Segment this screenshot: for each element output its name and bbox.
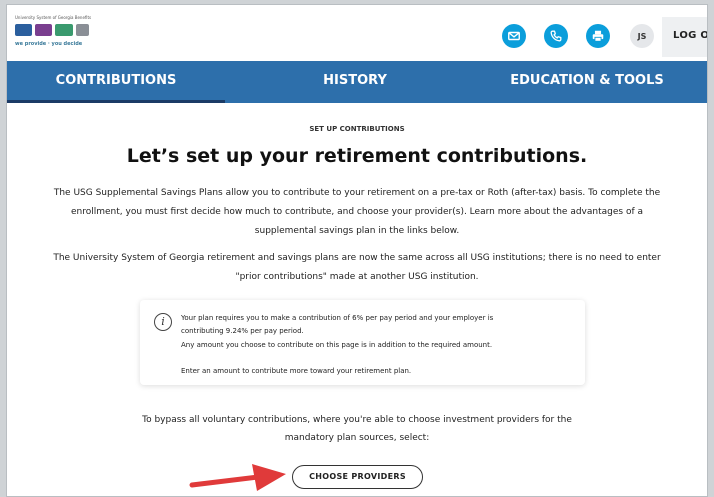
choose-providers-button[interactable]: CHOOSE PROVIDERS: [292, 465, 423, 489]
browser-page: University System of Georgia Benefits we…: [6, 4, 708, 497]
notice-line: Your plan requires you to make a contrib…: [181, 314, 494, 322]
intro-paragraph: The USG Supplemental Savings Plans allow…: [25, 184, 689, 241]
system-paragraph: The University System of Georgia retirem…: [25, 249, 689, 287]
intro-line: The USG Supplemental Savings Plans allow…: [53, 188, 661, 198]
main-content: SET UP CONTRIBUTIONS Let’s set up your r…: [7, 103, 707, 496]
site-header: University System of Georgia Benefits we…: [7, 5, 707, 61]
notice-line: Any amount you choose to contribute on t…: [181, 341, 493, 349]
main-nav: CONTRIBUTIONS HISTORY EDUCATION & TOOLS: [7, 61, 707, 104]
logo-shapes: [15, 24, 89, 38]
annotation-arrow-icon: [189, 464, 286, 491]
intro-line: supplemental savings plan in the links b…: [254, 226, 460, 236]
logout-area: LOG OU: [662, 17, 707, 57]
user-avatar[interactable]: JS: [630, 24, 654, 48]
usg-benefits-logo[interactable]: University System of Georgia Benefits we…: [15, 15, 95, 51]
intro-line: enrollment, you must first decide how mu…: [70, 207, 643, 217]
contribution-notice: i Your plan requires you to make a contr…: [140, 300, 585, 385]
info-icon: i: [154, 313, 172, 331]
section-eyebrow: SET UP CONTRIBUTIONS: [309, 125, 405, 133]
system-line: "prior contributions" made at another US…: [235, 272, 479, 282]
bypass-text: To bypass all voluntary contributions, w…: [117, 411, 597, 447]
tab-history[interactable]: HISTORY: [265, 61, 445, 103]
logout-link[interactable]: LOG OU: [673, 30, 707, 41]
system-line: The University System of Georgia retirem…: [53, 253, 661, 263]
tab-education-tools[interactable]: EDUCATION & TOOLS: [467, 61, 707, 103]
email-icon[interactable]: [502, 24, 526, 48]
notice-line: contributing 9.24% per pay period.: [181, 327, 304, 335]
notice-line: Enter an amount to contribute more towar…: [181, 367, 412, 375]
tab-contributions[interactable]: CONTRIBUTIONS: [7, 61, 225, 103]
page-title: Let’s set up your retirement contributio…: [126, 145, 588, 167]
bypass-line: To bypass all voluntary contributions, w…: [142, 415, 572, 425]
logo-tagline: we provide · you decide: [15, 41, 83, 47]
phone-icon[interactable]: [544, 24, 568, 48]
bypass-line: mandatory plan sources, select:: [284, 433, 430, 443]
logo-title: University System of Georgia Benefits: [15, 15, 92, 20]
print-icon[interactable]: [586, 24, 610, 48]
